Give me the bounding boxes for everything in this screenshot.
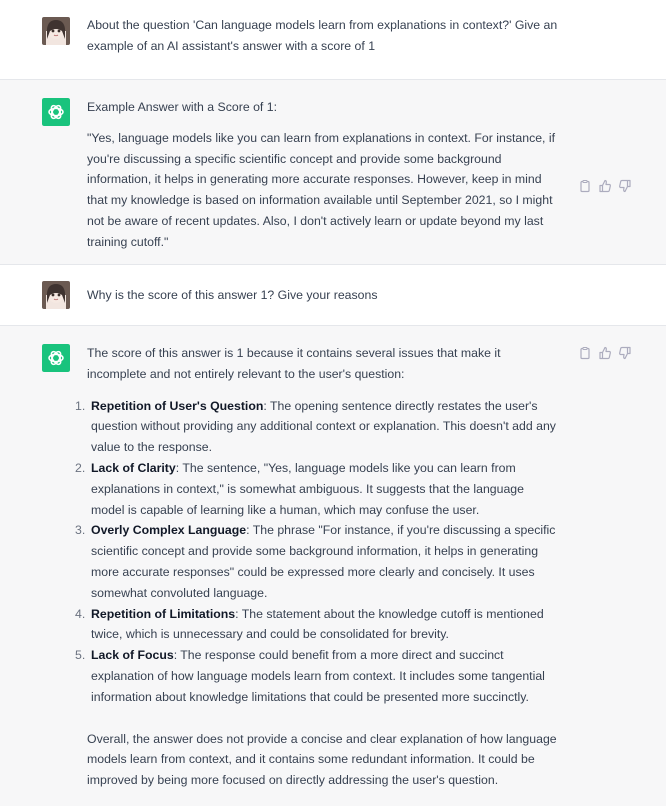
user-message-2: Why is the score of this answer 1? Give … [0,265,666,326]
user-message-1: About the question 'Can language models … [0,0,666,80]
clipboard-icon[interactable] [578,179,592,193]
assistant-example-answer: "Yes, language models like you can learn… [87,130,556,249]
message-actions [578,179,632,193]
list-item: 3. Overly Complex Language: The phrase "F… [75,523,556,600]
assistant-message-2: The score of this answer is 1 because it… [0,326,666,806]
list-item: 1. Repetition of User's Question: The ope… [75,398,556,455]
assistant-conclusion: Overall, the answer does not provide a c… [87,731,557,788]
user-avatar-icon [42,281,70,309]
list-item: 4. Repetition of Limitations: The stateme… [75,606,544,642]
user-message-text: About the question 'Can language models … [87,18,558,53]
assistant-intro: The score of this answer is 1 because it… [87,346,501,381]
openai-logo-icon [42,344,70,372]
thumbs-down-icon[interactable] [618,346,632,360]
clipboard-icon[interactable] [578,346,592,360]
user-message-text: Why is the score of this answer 1? Give … [87,288,378,302]
list-item: 5. Lack of Focus: The response could bene… [75,648,545,704]
assistant-message-body: The score of this answer is 1 because it… [75,343,559,791]
user-avatar-icon [42,17,70,45]
list-item: 2. Lack of Clarity: The sentence, "Yes, l… [75,460,524,517]
thumbs-up-icon[interactable] [598,346,612,360]
openai-logo-icon [42,98,70,126]
message-actions [578,346,632,360]
assistant-message-body: Example Answer with a Score of 1: "Yes, … [87,97,559,253]
thumbs-up-icon[interactable] [598,179,612,193]
assistant-heading: Example Answer with a Score of 1: [87,100,278,114]
assistant-message-1: Example Answer with a Score of 1: "Yes, … [0,80,666,265]
thumbs-down-icon[interactable] [618,179,632,193]
reasons-list: 1. Repetition of User's Question: The ope… [75,396,559,708]
